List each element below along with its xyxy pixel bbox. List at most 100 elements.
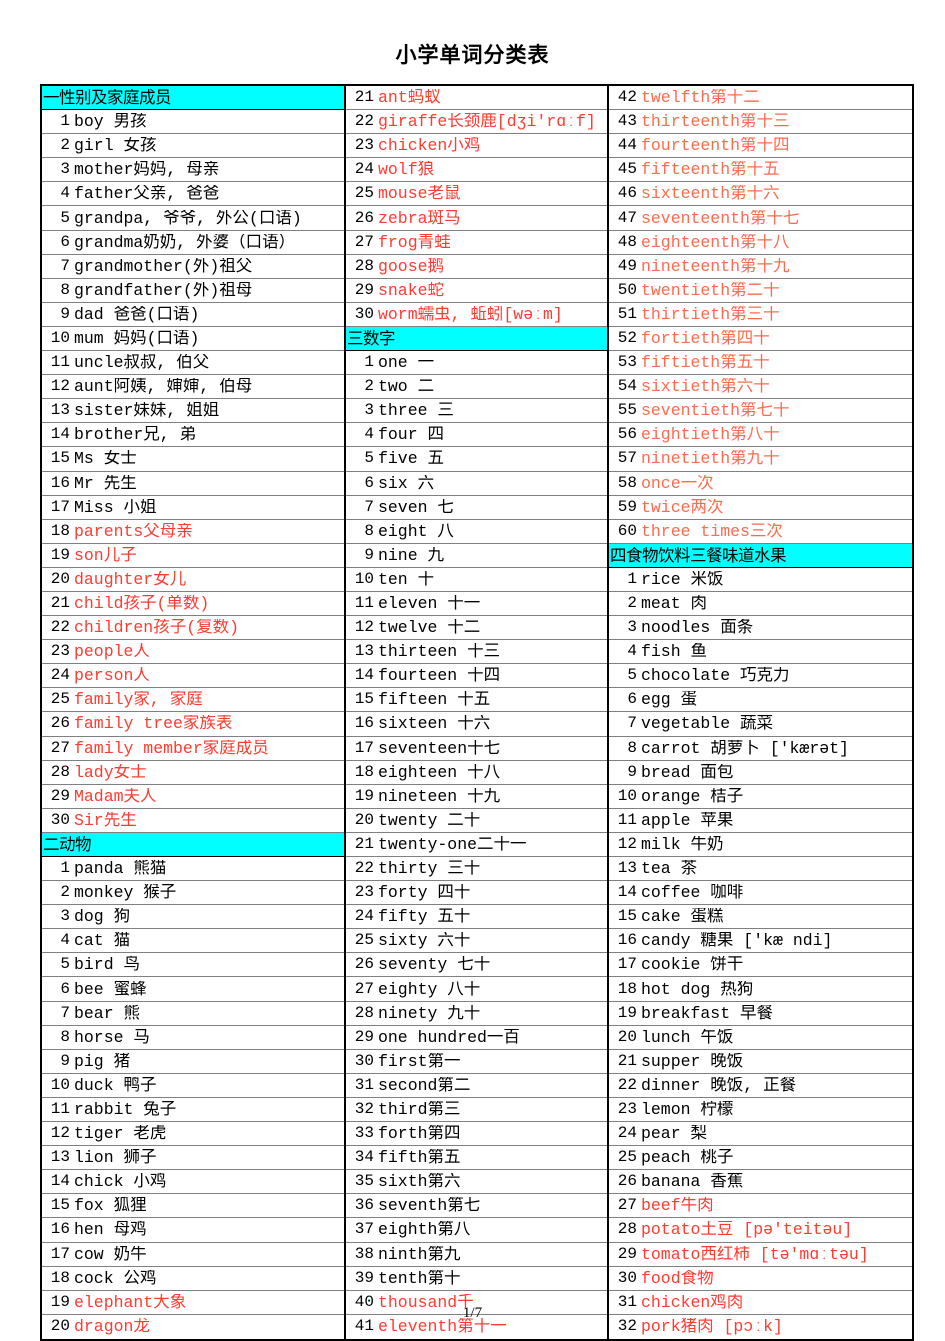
word-entry: girl 女孩 [74, 137, 157, 155]
table-row: 17 cookie 饼干 [609, 953, 912, 978]
row-index: 46 [617, 184, 637, 203]
word-entry: fiftieth第五十 [641, 354, 770, 372]
row-index: 7 [60, 1003, 70, 1022]
table-row: 3 noodles 面条 [609, 616, 912, 641]
table-row: 52 fortieth第四十 [609, 327, 912, 352]
table-row: 5 five 五 [346, 447, 607, 472]
word-entry: milk 牛奶 [641, 835, 724, 853]
row-index: 9 [60, 1051, 70, 1070]
row-index: 11 [50, 1099, 70, 1118]
table-row: 10 ten 十 [346, 568, 607, 592]
word-entry: tea 茶 [641, 860, 698, 878]
row-index: 13 [617, 859, 637, 878]
word-entry: dog 狗 [74, 908, 131, 926]
row-index: 9 [60, 304, 70, 323]
word-entry: tenth第十 [378, 1269, 461, 1287]
word-entry: son儿子 [74, 546, 137, 564]
table-row: 48 eighteenth第十八 [609, 231, 912, 255]
table-row: 55 seventieth第七十 [609, 399, 912, 424]
word-entry: ant蚂蚁 [378, 89, 441, 107]
word-entry: sixteen 十六 [378, 715, 491, 733]
word-entry: pig 猪 [74, 1052, 131, 1070]
word-entry: grandma奶奶, 外婆（口语） [74, 233, 296, 251]
table-row: 7 seven 七 [346, 496, 607, 520]
table-row: 16 hen 母鸡 [42, 1218, 344, 1243]
word-entry: pear 梨 [641, 1125, 708, 1143]
table-row: 1 one 一 [346, 351, 607, 376]
table-row: 50 twentieth第二十 [609, 279, 912, 303]
word-entry: dad 爸爸(口语) [74, 305, 200, 323]
table-row: 5 bird 鸟 [42, 953, 344, 978]
table-row: 47 seventeenth第十七 [609, 206, 912, 231]
row-index: 19 [354, 786, 374, 805]
table-row: 11 uncle叔叔, 伯父 [42, 351, 344, 376]
table-row: 25 sixty 六十 [346, 929, 607, 954]
word-entry: one 一 [378, 354, 435, 372]
row-index: 3 [364, 401, 374, 420]
table-row: 30 first第一 [346, 1050, 607, 1074]
row-index: 23 [50, 642, 70, 661]
row-index: 12 [50, 377, 70, 396]
word-entry: thirty 三十 [378, 860, 481, 878]
row-index: 7 [60, 256, 70, 275]
table-row: 33 forth第四 [346, 1122, 607, 1147]
word-entry: food食物 [641, 1269, 714, 1287]
word-entry: cookie 饼干 [641, 956, 744, 974]
row-index: 27 [50, 738, 70, 757]
row-index: 23 [354, 883, 374, 902]
table-row: 1 panda 熊猫 [42, 857, 344, 882]
row-index: 18 [50, 1268, 70, 1287]
row-index: 51 [617, 304, 637, 323]
row-index: 29 [50, 786, 70, 805]
row-index: 16 [617, 931, 637, 950]
row-index: 25 [617, 1148, 637, 1167]
table-row: 4 father父亲, 爸爸 [42, 182, 344, 207]
word-entry: fifteen 十五 [378, 691, 491, 709]
word-entry: fortieth第四十 [641, 329, 770, 347]
table-row: 11 apple 苹果 [609, 809, 912, 833]
row-index: 10 [354, 569, 374, 588]
table-row: 24 pear 梨 [609, 1122, 912, 1147]
word-entry: people人 [74, 643, 150, 661]
row-index: 24 [354, 907, 374, 926]
table-column-1: 一性别及家庭成员 1 boy 男孩 2 girl 女孩 3 mother妈妈, 母亲 4 fat… [42, 86, 344, 1339]
row-index: 17 [50, 497, 70, 516]
table-row: 2 monkey 猴子 [42, 881, 344, 906]
word-entry: six 六 [378, 474, 435, 492]
word-entry: Ms 女士 [74, 450, 137, 468]
row-index: 39 [354, 1268, 374, 1287]
word-entry: grandfather(外)祖母 [74, 281, 253, 299]
row-index: 36 [354, 1196, 374, 1215]
row-index: 10 [50, 1075, 70, 1094]
table-row: 59 twice两次 [609, 496, 912, 520]
row-index: 38 [354, 1244, 374, 1263]
row-index: 1 [364, 353, 374, 372]
table-row: 26 banana 香蕉 [609, 1170, 912, 1195]
row-index: 29 [617, 1244, 637, 1263]
table-row: 34 fifth第五 [346, 1146, 607, 1171]
table-row: 25 family家, 家庭 [42, 688, 344, 713]
word-entry: twenty-one二十一 [378, 835, 527, 853]
table-row: 20 twenty 二十 [346, 809, 607, 833]
table-row: 13 sister妹妹, 姐姐 [42, 399, 344, 424]
table-row: 10 orange 桔子 [609, 785, 912, 809]
row-index: 48 [617, 232, 637, 251]
table-row: 4 fish 鱼 [609, 640, 912, 665]
row-index: 8 [60, 280, 70, 299]
row-index: 5 [60, 955, 70, 974]
row-index: 7 [627, 714, 637, 733]
word-entry: second第二 [378, 1076, 471, 1094]
word-entry: seventeenth第十七 [641, 209, 800, 227]
row-index: 24 [617, 1124, 637, 1143]
word-entry: fifty 五十 [378, 908, 471, 926]
table-row: 8 eight 八 [346, 520, 607, 544]
table-column-2: 21 ant蚂蚁 22 giraffe长颈鹿[dʒi'rɑːf] 23 chicken小鸡… [344, 86, 609, 1339]
row-index: 14 [617, 883, 637, 902]
row-index: 11 [354, 594, 374, 613]
row-index: 24 [354, 160, 374, 179]
row-index: 26 [617, 1172, 637, 1191]
row-index: 4 [60, 931, 70, 950]
table-row: 21 supper 晚饭 [609, 1050, 912, 1074]
table-row: 29 tomato西红柿 [tə'mɑːtəu] [609, 1243, 912, 1267]
word-entry: beef牛肉 [641, 1197, 714, 1215]
